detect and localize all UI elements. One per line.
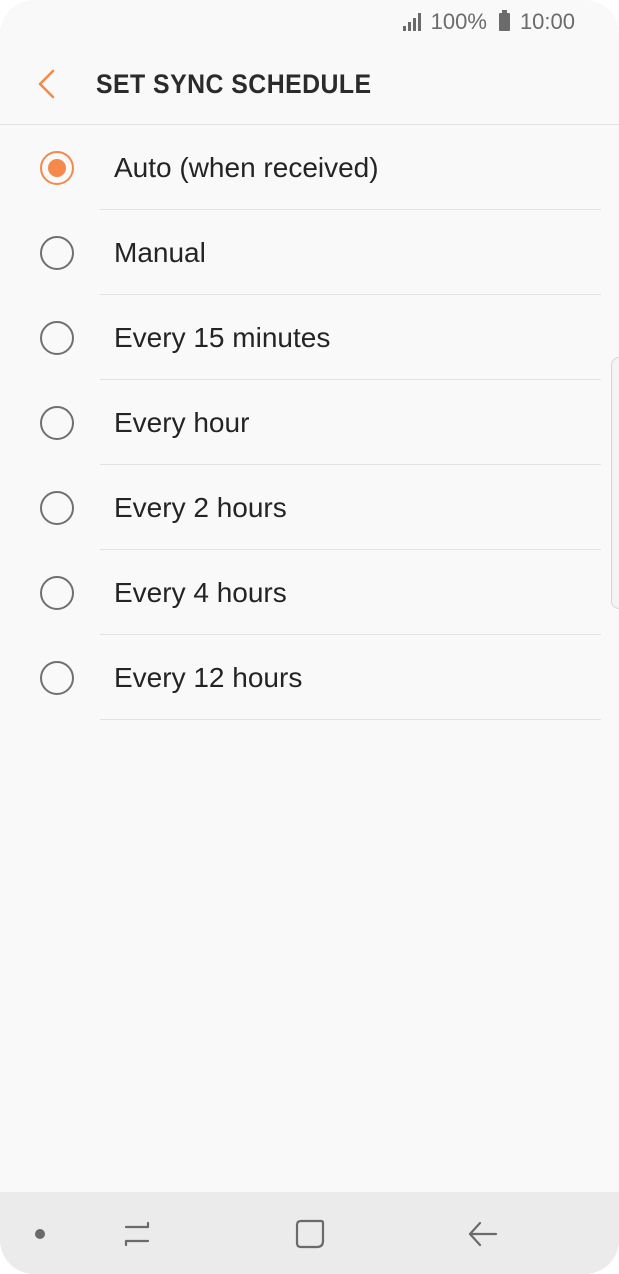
radio-button[interactable]: [40, 660, 74, 695]
recent-apps-icon: [124, 1221, 150, 1247]
nav-back-button[interactable]: [461, 1212, 505, 1256]
nav-back-icon: [468, 1221, 498, 1247]
option-label: Manual: [114, 236, 206, 268]
edge-panel-handle[interactable]: [611, 357, 619, 609]
option-label: Every 2 hours: [114, 491, 287, 523]
option-label: Every 4 hours: [114, 576, 287, 608]
divider: [100, 719, 601, 720]
option-label: Every 15 minutes: [114, 321, 331, 353]
option-every-15-minutes[interactable]: Every 15 minutes: [0, 295, 619, 380]
recent-apps-button[interactable]: [115, 1212, 159, 1256]
radio-button[interactable]: [40, 405, 74, 440]
option-auto[interactable]: Auto (when received): [0, 125, 619, 210]
navigation-bar: [0, 1192, 619, 1274]
battery-icon: [498, 10, 510, 31]
radio-button[interactable]: [40, 575, 74, 610]
option-label: Every 12 hours: [114, 661, 303, 693]
page-title: SET SYNC SCHEDULE: [96, 68, 372, 99]
home-icon: [295, 1219, 325, 1249]
phone-screen: 100% 10:00 SET SYNC SCHEDULE Auto (when …: [0, 0, 619, 1274]
radio-button[interactable]: [40, 490, 74, 525]
status-time: 10:00: [519, 9, 575, 34]
option-label: Auto (when received): [114, 151, 379, 183]
sync-schedule-options: Auto (when received) Manual Every 15 min…: [0, 125, 619, 720]
app-header: SET SYNC SCHEDULE: [0, 44, 619, 125]
option-every-hour[interactable]: Every hour: [0, 380, 619, 465]
option-every-2-hours[interactable]: Every 2 hours: [0, 465, 619, 550]
signal-icon: [402, 13, 421, 31]
radio-button[interactable]: [40, 150, 74, 185]
option-every-4-hours[interactable]: Every 4 hours: [0, 550, 619, 635]
option-manual[interactable]: Manual: [0, 210, 619, 295]
status-bar: 100% 10:00: [0, 0, 619, 44]
battery-percentage: 100%: [430, 9, 487, 34]
nav-dot-icon: [35, 1229, 45, 1239]
home-button[interactable]: [288, 1212, 332, 1256]
back-arrow-icon: [38, 69, 55, 99]
radio-button[interactable]: [40, 235, 74, 270]
radio-button[interactable]: [40, 320, 74, 355]
back-button[interactable]: [0, 44, 96, 124]
option-label: Every hour: [114, 406, 250, 438]
option-every-12-hours[interactable]: Every 12 hours: [0, 635, 619, 720]
